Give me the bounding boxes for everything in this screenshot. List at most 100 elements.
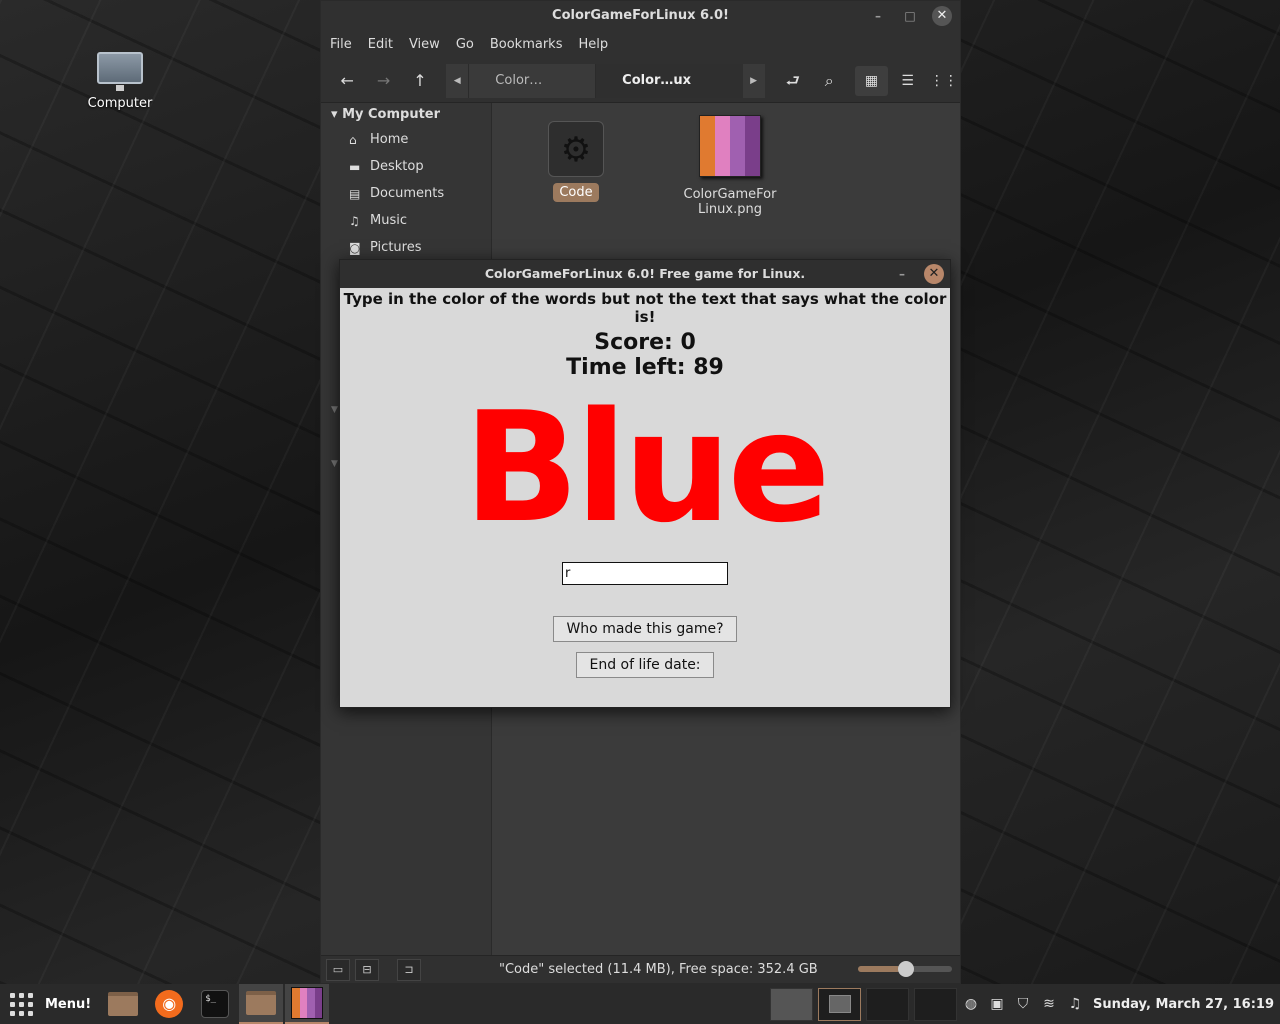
menu-button[interactable]: Menu!	[0, 984, 91, 1024]
sidebar-item-label: Documents	[370, 186, 445, 201]
statusbar: ▭ ⊟ ⊐ "Code" selected (11.4 MB), Free sp…	[321, 955, 960, 983]
menu-help[interactable]: Help	[578, 31, 608, 59]
menubar: File Edit View Go Bookmarks Help	[321, 31, 960, 59]
camera-icon: ◙	[349, 240, 361, 255]
gear-icon: ⚙	[548, 121, 604, 177]
workspace-1[interactable]	[769, 987, 813, 1021]
breadcrumb-item[interactable]: Color…aster	[468, 63, 596, 122]
taskbar-file-manager[interactable]	[239, 984, 284, 1024]
maximize-button[interactable]: □	[900, 6, 920, 26]
home-icon: ⌂	[349, 132, 357, 147]
collapse-arrow-icon[interactable]: ▼	[331, 459, 338, 469]
wifi-icon[interactable]: ≋	[1041, 996, 1057, 1012]
shield-icon[interactable]: ⛉	[1015, 996, 1031, 1012]
clock[interactable]: Sunday, March 27, 16:19	[1093, 997, 1274, 1012]
game-instruction: Type in the color of the words but not t…	[343, 290, 947, 326]
menu-go[interactable]: Go	[456, 31, 474, 59]
toggle-location-icon[interactable]: ⮐	[779, 66, 807, 96]
desktop-icon-label: Computer	[87, 96, 153, 111]
sidebar-item-home[interactable]: ⌂ Home	[321, 126, 491, 153]
sidebar-item-label: Pictures	[370, 240, 422, 255]
sidebar-hide-icon[interactable]: ⊐	[397, 958, 421, 981]
color-word: Blue	[463, 379, 830, 556]
zoom-slider-fill	[858, 966, 901, 972]
desktop-icon: ▬	[349, 159, 361, 174]
color-answer-input[interactable]	[562, 562, 728, 585]
workspace-3[interactable]	[865, 987, 909, 1021]
forward-arrow-icon[interactable]: →	[369, 66, 397, 96]
workspace-switcher	[769, 987, 957, 1021]
sidebar-item-label: Desktop	[370, 159, 424, 174]
file-item-code[interactable]: ⚙ Code	[521, 121, 631, 202]
menu-label: Menu!	[45, 996, 92, 1012]
collapse-arrow-icon[interactable]: ▼	[331, 405, 338, 415]
taskbar: Menu! ◉ $_ ◍ ▣ ⛉ ≋ ♫ Sunday, March 27, 1…	[0, 984, 1280, 1024]
compact-view-icon[interactable]: ⋮⋮	[928, 66, 960, 96]
document-icon: ▤	[349, 186, 361, 201]
file-name: Code	[553, 183, 599, 202]
zoom-slider-handle[interactable]	[898, 961, 914, 977]
search-icon[interactable]: ⌕	[815, 66, 843, 96]
game-window: ColorGameForLinux 6.0! Free game for Lin…	[339, 259, 951, 708]
list-view-icon[interactable]: ☰	[892, 66, 924, 96]
clipboard-icon[interactable]: ▣	[989, 996, 1005, 1012]
menu-file[interactable]: File	[330, 31, 352, 59]
menu-view[interactable]: View	[409, 31, 440, 59]
game-titlebar[interactable]: ColorGameForLinux 6.0! Free game for Lin…	[340, 260, 950, 288]
breadcrumb: ◀ Color…aster Color…ux 6.0! ▶	[446, 63, 765, 122]
desktop-computer-icon[interactable]: Computer	[80, 52, 160, 111]
who-made-button[interactable]: Who made this game?	[553, 616, 737, 642]
minimize-button[interactable]: –	[892, 264, 912, 284]
close-button[interactable]: ✕	[932, 6, 952, 26]
tree-toggle-icon[interactable]: ⊟	[355, 958, 379, 981]
end-of-life-button[interactable]: End of life date:	[576, 652, 714, 678]
workspace-4[interactable]	[913, 987, 957, 1021]
steam-icon[interactable]: ◍	[963, 996, 979, 1012]
window-title: ColorGameForLinux 6.0!	[552, 8, 729, 23]
time-left-label: Time left: 89	[566, 355, 724, 380]
sidebar-item-desktop[interactable]: ▬ Desktop	[321, 153, 491, 180]
system-tray: ◍ ▣ ⛉ ≋ ♫ Sunday, March 27, 16:19	[963, 996, 1274, 1012]
file-item-png[interactable]: ColorGameForLinux.png	[675, 115, 785, 219]
monitor-icon	[97, 52, 143, 91]
sidebar-item-documents[interactable]: ▤ Documents	[321, 180, 491, 207]
breadcrumb-left-icon[interactable]: ◀	[446, 63, 469, 98]
music-icon: ♫	[349, 213, 360, 228]
workspace-2[interactable]	[817, 987, 861, 1021]
up-arrow-icon[interactable]: ↑	[406, 66, 434, 96]
apps-grid-icon	[10, 992, 33, 1016]
toolbar: ← → ↑ ◀ Color…aster Color…ux 6.0! ▶ ⮐ ⌕ …	[321, 59, 960, 122]
firefox-icon: ◉	[155, 990, 184, 1018]
minimize-button[interactable]: –	[868, 6, 888, 26]
icon-view-icon[interactable]: ▦	[855, 65, 888, 96]
menu-edit[interactable]: Edit	[368, 31, 393, 59]
sidebar-heading-label: My Computer	[342, 107, 441, 122]
music-icon[interactable]: ♫	[1067, 996, 1083, 1012]
taskbar-firefox[interactable]: ◉	[147, 984, 191, 1024]
sidebar-item-label: Home	[370, 132, 409, 147]
menu-bookmarks[interactable]: Bookmarks	[490, 31, 563, 59]
score-label: Score: 0	[594, 330, 696, 355]
taskbar-color-game[interactable]	[285, 984, 330, 1024]
breadcrumb-item-current[interactable]: Color…ux 6.0!	[595, 63, 743, 122]
taskbar-terminal[interactable]: $_	[193, 984, 237, 1024]
breadcrumb-right-icon[interactable]: ▶	[742, 63, 765, 98]
sidebar-item-label: Music	[370, 213, 407, 228]
image-thumbnail	[699, 115, 761, 177]
color-game-icon	[291, 987, 324, 1019]
status-text: "Code" selected (11.4 MB), Free space: 3…	[499, 962, 818, 977]
folder-icon	[108, 992, 139, 1016]
file-name: ColorGameForLinux.png	[683, 187, 777, 217]
sidebar-item-pictures[interactable]: ◙ Pictures	[321, 234, 491, 261]
taskbar-show-desktop[interactable]	[101, 984, 145, 1024]
sidebar-item-music[interactable]: ♫ Music	[321, 207, 491, 234]
back-arrow-icon[interactable]: ←	[333, 66, 361, 96]
folder-icon	[246, 991, 277, 1015]
places-toggle-icon[interactable]: ▭	[326, 958, 350, 981]
close-button[interactable]: ✕	[924, 264, 944, 284]
terminal-icon: $_	[201, 990, 230, 1018]
zoom-slider[interactable]	[858, 961, 952, 977]
game-window-title: ColorGameForLinux 6.0! Free game for Lin…	[484, 266, 806, 281]
sidebar-heading[interactable]: ▾ My Computer	[321, 103, 491, 126]
file-manager-titlebar[interactable]: ColorGameForLinux 6.0! – □ ✕	[321, 1, 960, 31]
